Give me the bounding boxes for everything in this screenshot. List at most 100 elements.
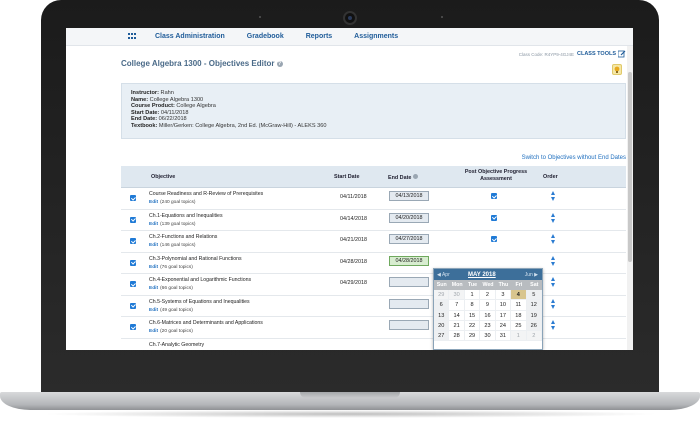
- calendar-day[interactable]: 1: [464, 290, 481, 301]
- calendar-day[interactable]: 9: [480, 300, 496, 311]
- objective-checkbox[interactable]: [130, 195, 136, 201]
- edit-link[interactable]: Edit: [149, 200, 158, 205]
- end-date-input[interactable]: 04/20/2018: [389, 212, 429, 223]
- calendar-day[interactable]: 21: [449, 320, 465, 332]
- date-picker-popup: ◀ Apr MAY 2018 Jun ▶ Sun Mon Tue Wed Thu Fri S…: [433, 268, 543, 350]
- calendar-day[interactable]: 19: [526, 310, 542, 321]
- calendar-day[interactable]: 14: [449, 310, 465, 321]
- move-up-icon[interactable]: [551, 277, 555, 281]
- nav-class-administration[interactable]: Class Administration: [155, 33, 225, 40]
- calendar-day[interactable]: 13: [434, 310, 450, 321]
- switch-objectives-link[interactable]: Switch to Objectives without End Dates: [522, 155, 626, 161]
- move-down-icon[interactable]: [551, 197, 555, 201]
- move-down-icon[interactable]: [551, 240, 555, 244]
- order-controls: [551, 298, 557, 309]
- start-date: 04/29/2018: [340, 280, 367, 286]
- class-tools-button[interactable]: CLASS TOOLS: [577, 50, 626, 58]
- calendar-day[interactable]: 30: [480, 331, 496, 342]
- calendar-day[interactable]: 20: [434, 320, 450, 332]
- calendar-next-month[interactable]: Jun ▶: [525, 272, 538, 278]
- calendar-day[interactable]: 18: [511, 310, 527, 321]
- edit-link[interactable]: Edit: [149, 286, 158, 291]
- calendar-day[interactable]: 25: [511, 320, 527, 332]
- calendar-day[interactable]: 29: [464, 331, 481, 342]
- weekday-label: Fri: [515, 282, 523, 288]
- end-date-input[interactable]: 04/27/2018: [389, 234, 429, 244]
- calendar-day[interactable]: 16: [480, 310, 496, 321]
- start-date: 04/21/2018: [340, 237, 367, 243]
- help-button[interactable]: [612, 64, 622, 75]
- end-date-input[interactable]: [389, 320, 429, 330]
- move-down-icon[interactable]: [551, 304, 555, 309]
- apps-grid-icon[interactable]: [128, 32, 137, 41]
- calendar-day[interactable]: 11: [511, 300, 527, 311]
- info-icon[interactable]: ?: [276, 61, 283, 67]
- calendar-day[interactable]: 28: [449, 331, 465, 342]
- calendar-day[interactable]: 10: [495, 300, 512, 311]
- end-date-input[interactable]: 04/28/2018: [389, 255, 429, 266]
- calendar-day[interactable]: 6: [434, 300, 450, 311]
- calendar-day[interactable]: 4: [511, 290, 527, 301]
- class-code: Class Code: R4YP9-4GJ4E: [518, 52, 574, 57]
- calendar-day[interactable]: 17: [495, 310, 512, 321]
- move-up-icon[interactable]: [551, 234, 555, 238]
- info-icon[interactable]: [412, 174, 418, 179]
- move-down-icon[interactable]: [551, 283, 555, 287]
- move-down-icon[interactable]: [551, 326, 555, 330]
- objective-checkbox[interactable]: [130, 281, 136, 287]
- objective-checkbox[interactable]: [130, 238, 136, 244]
- calendar-day[interactable]: 2: [480, 290, 496, 301]
- nav-gradebook[interactable]: Gradebook: [247, 33, 284, 40]
- screen: Class Administration Gradebook Reports A…: [66, 28, 633, 350]
- table-row: Ch.4-Exponential and Logarithmic Functio…: [121, 274, 626, 296]
- course-info-panel: Instructor: Rahn Name: College Algebra 1…: [121, 83, 626, 139]
- scrollbar-thumb[interactable]: [628, 72, 632, 262]
- camera-icon: [343, 11, 357, 25]
- post-assessment-checkbox[interactable]: [491, 214, 497, 221]
- table-row: Ch.7-Analytic Geometry: [121, 339, 626, 351]
- end-date-input[interactable]: 04/13/2018: [389, 191, 429, 201]
- table-body: Course Readiness and R-Review of Prerequ…: [121, 188, 626, 350]
- calendar-day[interactable]: 15: [464, 310, 481, 321]
- move-up-icon[interactable]: [551, 191, 555, 195]
- calendar-day[interactable]: 7: [449, 300, 465, 311]
- calendar-day[interactable]: 5: [526, 290, 542, 301]
- move-up-icon[interactable]: [551, 212, 555, 217]
- move-down-icon[interactable]: [551, 261, 555, 266]
- calendar-day[interactable]: 8: [464, 300, 481, 311]
- edit-link[interactable]: Edit: [149, 329, 158, 334]
- calendar-day[interactable]: 31: [495, 331, 512, 342]
- end-date-input[interactable]: [389, 277, 429, 287]
- calendar-day[interactable]: 3: [495, 290, 512, 301]
- post-assessment-checkbox[interactable]: [491, 193, 497, 199]
- objective-checkbox[interactable]: [130, 324, 136, 330]
- edit-link[interactable]: Edit: [149, 243, 158, 248]
- calendar-day[interactable]: 23: [480, 320, 496, 332]
- calendar-prev-month[interactable]: ◀ Apr: [437, 272, 450, 278]
- objective-checkbox[interactable]: [130, 302, 136, 309]
- move-down-icon[interactable]: [551, 218, 555, 223]
- post-assessment-checkbox[interactable]: [491, 236, 497, 242]
- objective-name: Ch.1-Equations and Inequalities: [149, 212, 223, 219]
- edit-link[interactable]: Edit: [149, 265, 158, 270]
- nav-assignments[interactable]: Assignments: [354, 33, 398, 40]
- calendar-day[interactable]: 12: [526, 300, 542, 311]
- calendar-day[interactable]: 29: [434, 290, 450, 301]
- calendar-month-title[interactable]: MAY 2018: [468, 272, 496, 278]
- edit-link[interactable]: Edit: [149, 222, 158, 227]
- objective-checkbox[interactable]: [130, 216, 136, 223]
- calendar-day[interactable]: 26: [526, 320, 542, 332]
- calendar-day[interactable]: 22: [464, 320, 481, 332]
- calendar-day[interactable]: 2: [526, 331, 542, 342]
- move-up-icon[interactable]: [551, 255, 555, 260]
- end-date-input[interactable]: [389, 298, 429, 309]
- move-up-icon[interactable]: [551, 320, 555, 324]
- calendar-day[interactable]: 1: [511, 331, 527, 342]
- edit-link[interactable]: Edit: [149, 308, 158, 313]
- move-up-icon[interactable]: [551, 298, 555, 303]
- objective-checkbox[interactable]: [130, 259, 136, 266]
- nav-reports[interactable]: Reports: [306, 33, 332, 40]
- calendar-day[interactable]: 27: [434, 331, 450, 342]
- calendar-day[interactable]: 30: [449, 290, 465, 301]
- calendar-day[interactable]: 24: [495, 320, 512, 332]
